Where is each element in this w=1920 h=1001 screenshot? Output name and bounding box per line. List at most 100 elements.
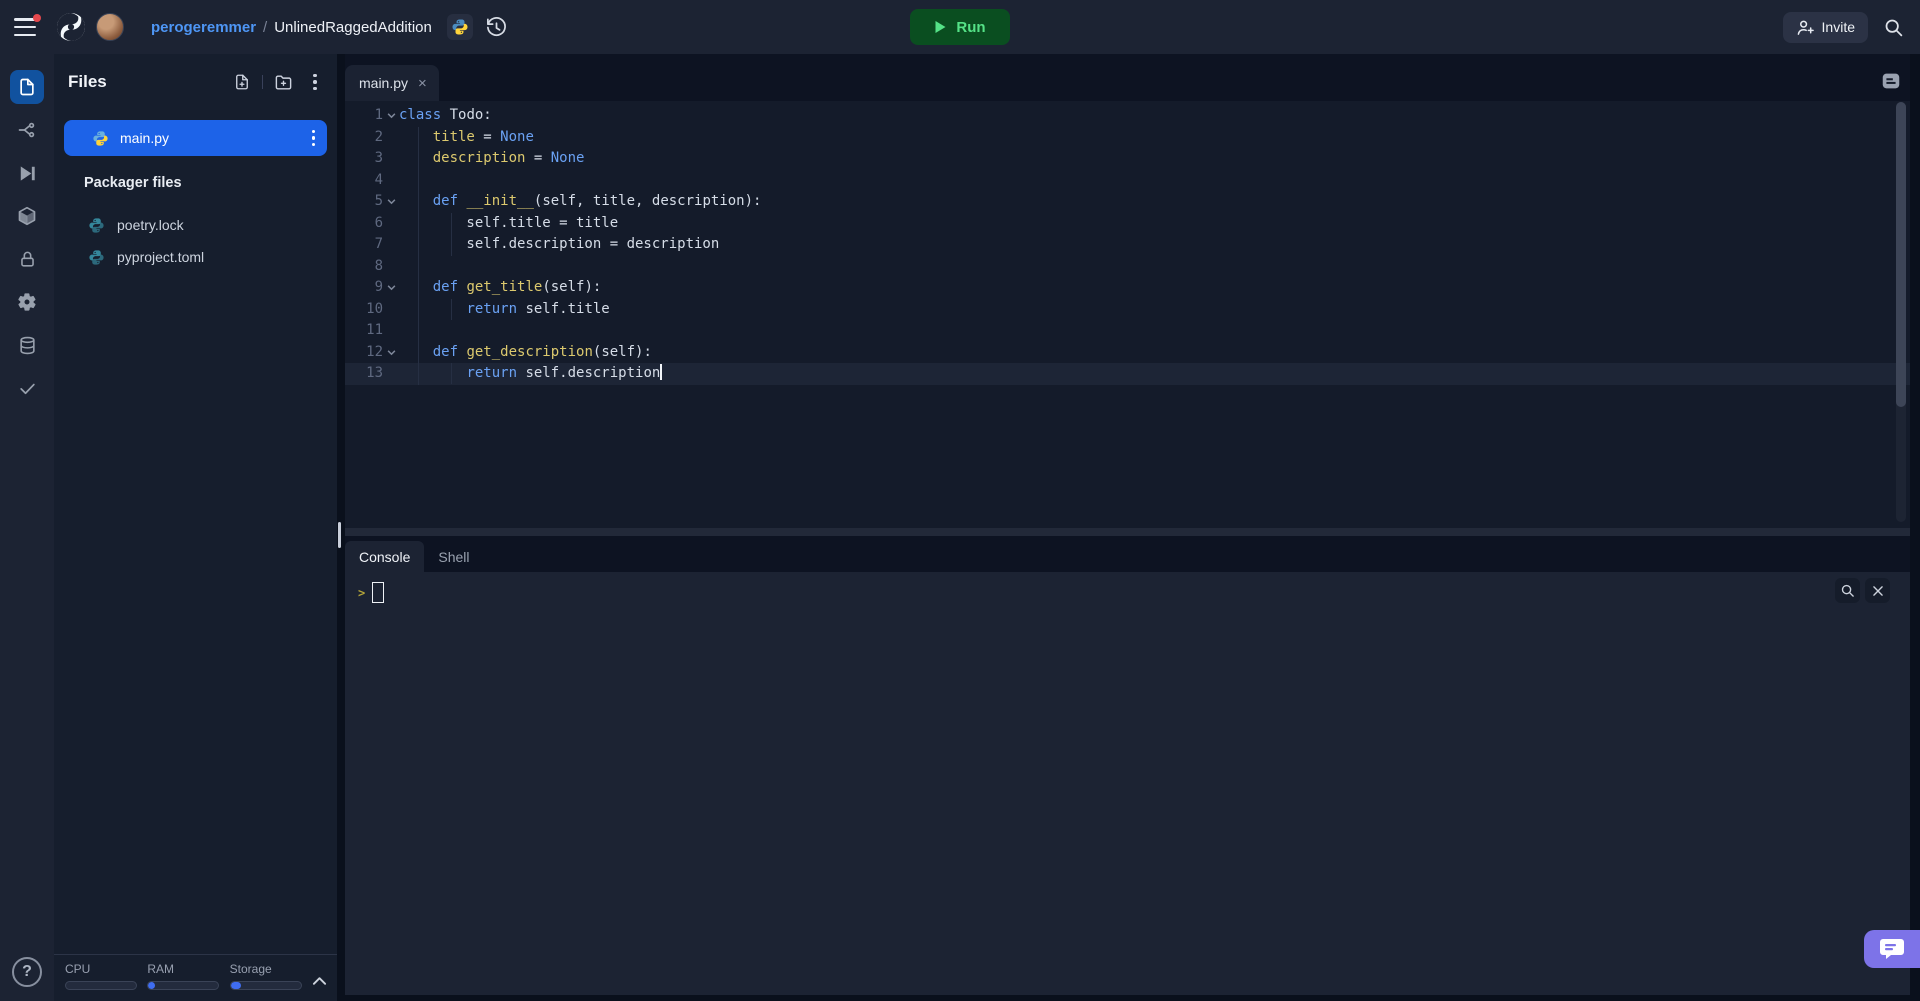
files-panel: Files main.py Packager files poetry.lock… bbox=[54, 54, 337, 1001]
new-folder-button[interactable] bbox=[271, 70, 295, 94]
packager-file-name: pyproject.toml bbox=[117, 249, 205, 265]
editor-tab-bar: main.py × bbox=[345, 54, 1910, 101]
line-number: 9 bbox=[374, 279, 383, 295]
code-line[interactable]: 3 description = None bbox=[345, 148, 1910, 170]
editor-scrollbar-track[interactable] bbox=[1896, 102, 1906, 522]
folder-plus-icon bbox=[275, 74, 291, 90]
rail-item-secrets[interactable] bbox=[10, 242, 44, 276]
python-language-icon[interactable] bbox=[446, 14, 473, 40]
rail-item-checks[interactable] bbox=[10, 371, 44, 405]
code-text: def get_description(self): bbox=[432, 343, 652, 360]
line-number: 7 bbox=[374, 236, 383, 252]
packager-file-row[interactable]: pyproject.toml bbox=[88, 242, 329, 272]
code-line[interactable]: 1 class Todo: bbox=[345, 105, 1910, 127]
line-number: 12 bbox=[366, 343, 383, 360]
line-number: 1 bbox=[374, 107, 383, 123]
history-icon[interactable] bbox=[485, 16, 508, 39]
breadcrumb-repl-name[interactable]: UnlinedRaggedAddition bbox=[274, 19, 432, 36]
code-text: def __init__(self, title, description): bbox=[432, 193, 762, 209]
console-tab-label: Console bbox=[359, 548, 411, 565]
search-icon[interactable] bbox=[1883, 17, 1904, 38]
code-text: def get_title(self): bbox=[432, 279, 602, 295]
storage-meter: Storage bbox=[229, 962, 310, 1001]
lock-icon bbox=[20, 251, 34, 267]
code-line[interactable]: 9 def get_title(self): bbox=[345, 277, 1910, 299]
editor-options-icon[interactable] bbox=[1880, 70, 1902, 92]
rail-item-settings[interactable] bbox=[10, 285, 44, 319]
console-cursor bbox=[372, 582, 385, 603]
code-line[interactable]: 4 bbox=[345, 170, 1910, 192]
breadcrumb-owner-link[interactable]: perogeremmer bbox=[151, 19, 256, 36]
notification-dot bbox=[33, 14, 41, 22]
code-text: return self.description bbox=[466, 364, 663, 381]
invite-button-label: Invite bbox=[1821, 19, 1855, 35]
run-button[interactable]: Run bbox=[910, 9, 1010, 45]
rail-item-run-config[interactable] bbox=[10, 156, 44, 190]
new-file-button[interactable] bbox=[230, 70, 254, 94]
fold-arrow-icon[interactable] bbox=[383, 342, 399, 364]
vertical-resize-handle[interactable] bbox=[338, 522, 341, 548]
fold-arrow-icon[interactable] bbox=[383, 277, 399, 299]
packager-file-name: poetry.lock bbox=[117, 217, 184, 233]
file-menu-kebab-icon[interactable] bbox=[310, 128, 318, 149]
tab-close-icon[interactable]: × bbox=[418, 75, 427, 92]
code-line[interactable]: 7 self.description = description bbox=[345, 234, 1910, 256]
rail-item-version-control[interactable] bbox=[10, 113, 44, 147]
user-avatar[interactable] bbox=[96, 13, 124, 41]
help-button[interactable]: ? bbox=[12, 957, 42, 987]
console-tab-console[interactable]: Console bbox=[345, 541, 425, 572]
code-line[interactable]: 12 def get_description(self): bbox=[345, 342, 1910, 364]
file-row-selected[interactable]: main.py bbox=[64, 120, 327, 156]
console-close-button[interactable] bbox=[1865, 578, 1890, 603]
console-search-button[interactable] bbox=[1835, 578, 1860, 603]
code-text: self.title = title bbox=[399, 214, 619, 231]
fold-arrow-icon[interactable] bbox=[383, 105, 399, 127]
console-tab-shell[interactable]: Shell bbox=[424, 541, 483, 572]
code-line[interactable]: 2 title = None bbox=[345, 127, 1910, 149]
code-text: class Todo: bbox=[399, 107, 492, 123]
indent-guide bbox=[451, 363, 452, 384]
console-tab-bar: Console Shell bbox=[345, 536, 1910, 572]
run-button-label: Run bbox=[956, 18, 986, 36]
chat-bubble-icon bbox=[1880, 939, 1904, 959]
code-text: self.description = description bbox=[399, 236, 720, 252]
code-line[interactable]: 6 self.title = title bbox=[345, 213, 1910, 235]
invite-button[interactable]: Invite bbox=[1782, 11, 1868, 43]
python-file-icon bbox=[93, 130, 108, 146]
code-line[interactable]: 8 bbox=[345, 256, 1910, 278]
chevron-up-icon[interactable] bbox=[312, 976, 327, 1001]
editor-scrollbar-thumb[interactable] bbox=[1896, 102, 1906, 407]
line-number: 3 bbox=[374, 150, 383, 166]
rail-item-database[interactable] bbox=[10, 328, 44, 362]
left-tool-rail: ? bbox=[0, 54, 54, 1001]
code-text: title = None bbox=[432, 128, 534, 145]
topbar-left-cluster: perogeremmer / UnlinedRaggedAddition bbox=[14, 11, 508, 43]
resource-meters: CPU RAM Storage bbox=[54, 954, 337, 1001]
code-editor[interactable]: 1 class Todo: 2 title = None 3 description … bbox=[345, 101, 1910, 528]
code-line[interactable]: 5 def __init__(self, title, description)… bbox=[345, 191, 1910, 213]
indent-guide bbox=[451, 213, 452, 256]
chat-button[interactable] bbox=[1864, 930, 1920, 968]
rail-item-packages[interactable] bbox=[10, 199, 44, 233]
files-menu-kebab-icon[interactable] bbox=[303, 70, 327, 94]
play-next-icon bbox=[20, 165, 35, 181]
editor-tab-main-py[interactable]: main.py × bbox=[345, 65, 439, 101]
storage-bar-fill bbox=[230, 982, 242, 989]
cpu-label: CPU bbox=[65, 962, 91, 976]
cube-icon bbox=[18, 206, 36, 226]
console-output[interactable]: > bbox=[345, 572, 1910, 995]
help-button-label: ? bbox=[22, 963, 32, 980]
code-line[interactable]: 13 return self.description bbox=[345, 363, 1910, 385]
code-line[interactable]: 10 return self.title bbox=[345, 299, 1910, 321]
packager-file-row[interactable]: poetry.lock bbox=[88, 210, 329, 240]
ram-label: RAM bbox=[147, 962, 174, 976]
database-icon bbox=[19, 336, 35, 354]
rail-item-files[interactable] bbox=[10, 70, 44, 104]
files-panel-title: Files bbox=[68, 72, 107, 91]
fold-arrow-icon[interactable] bbox=[383, 191, 399, 213]
code-line[interactable]: 11 bbox=[345, 320, 1910, 342]
hamburger-menu-icon[interactable] bbox=[14, 14, 41, 36]
replit-logo[interactable] bbox=[55, 11, 87, 43]
